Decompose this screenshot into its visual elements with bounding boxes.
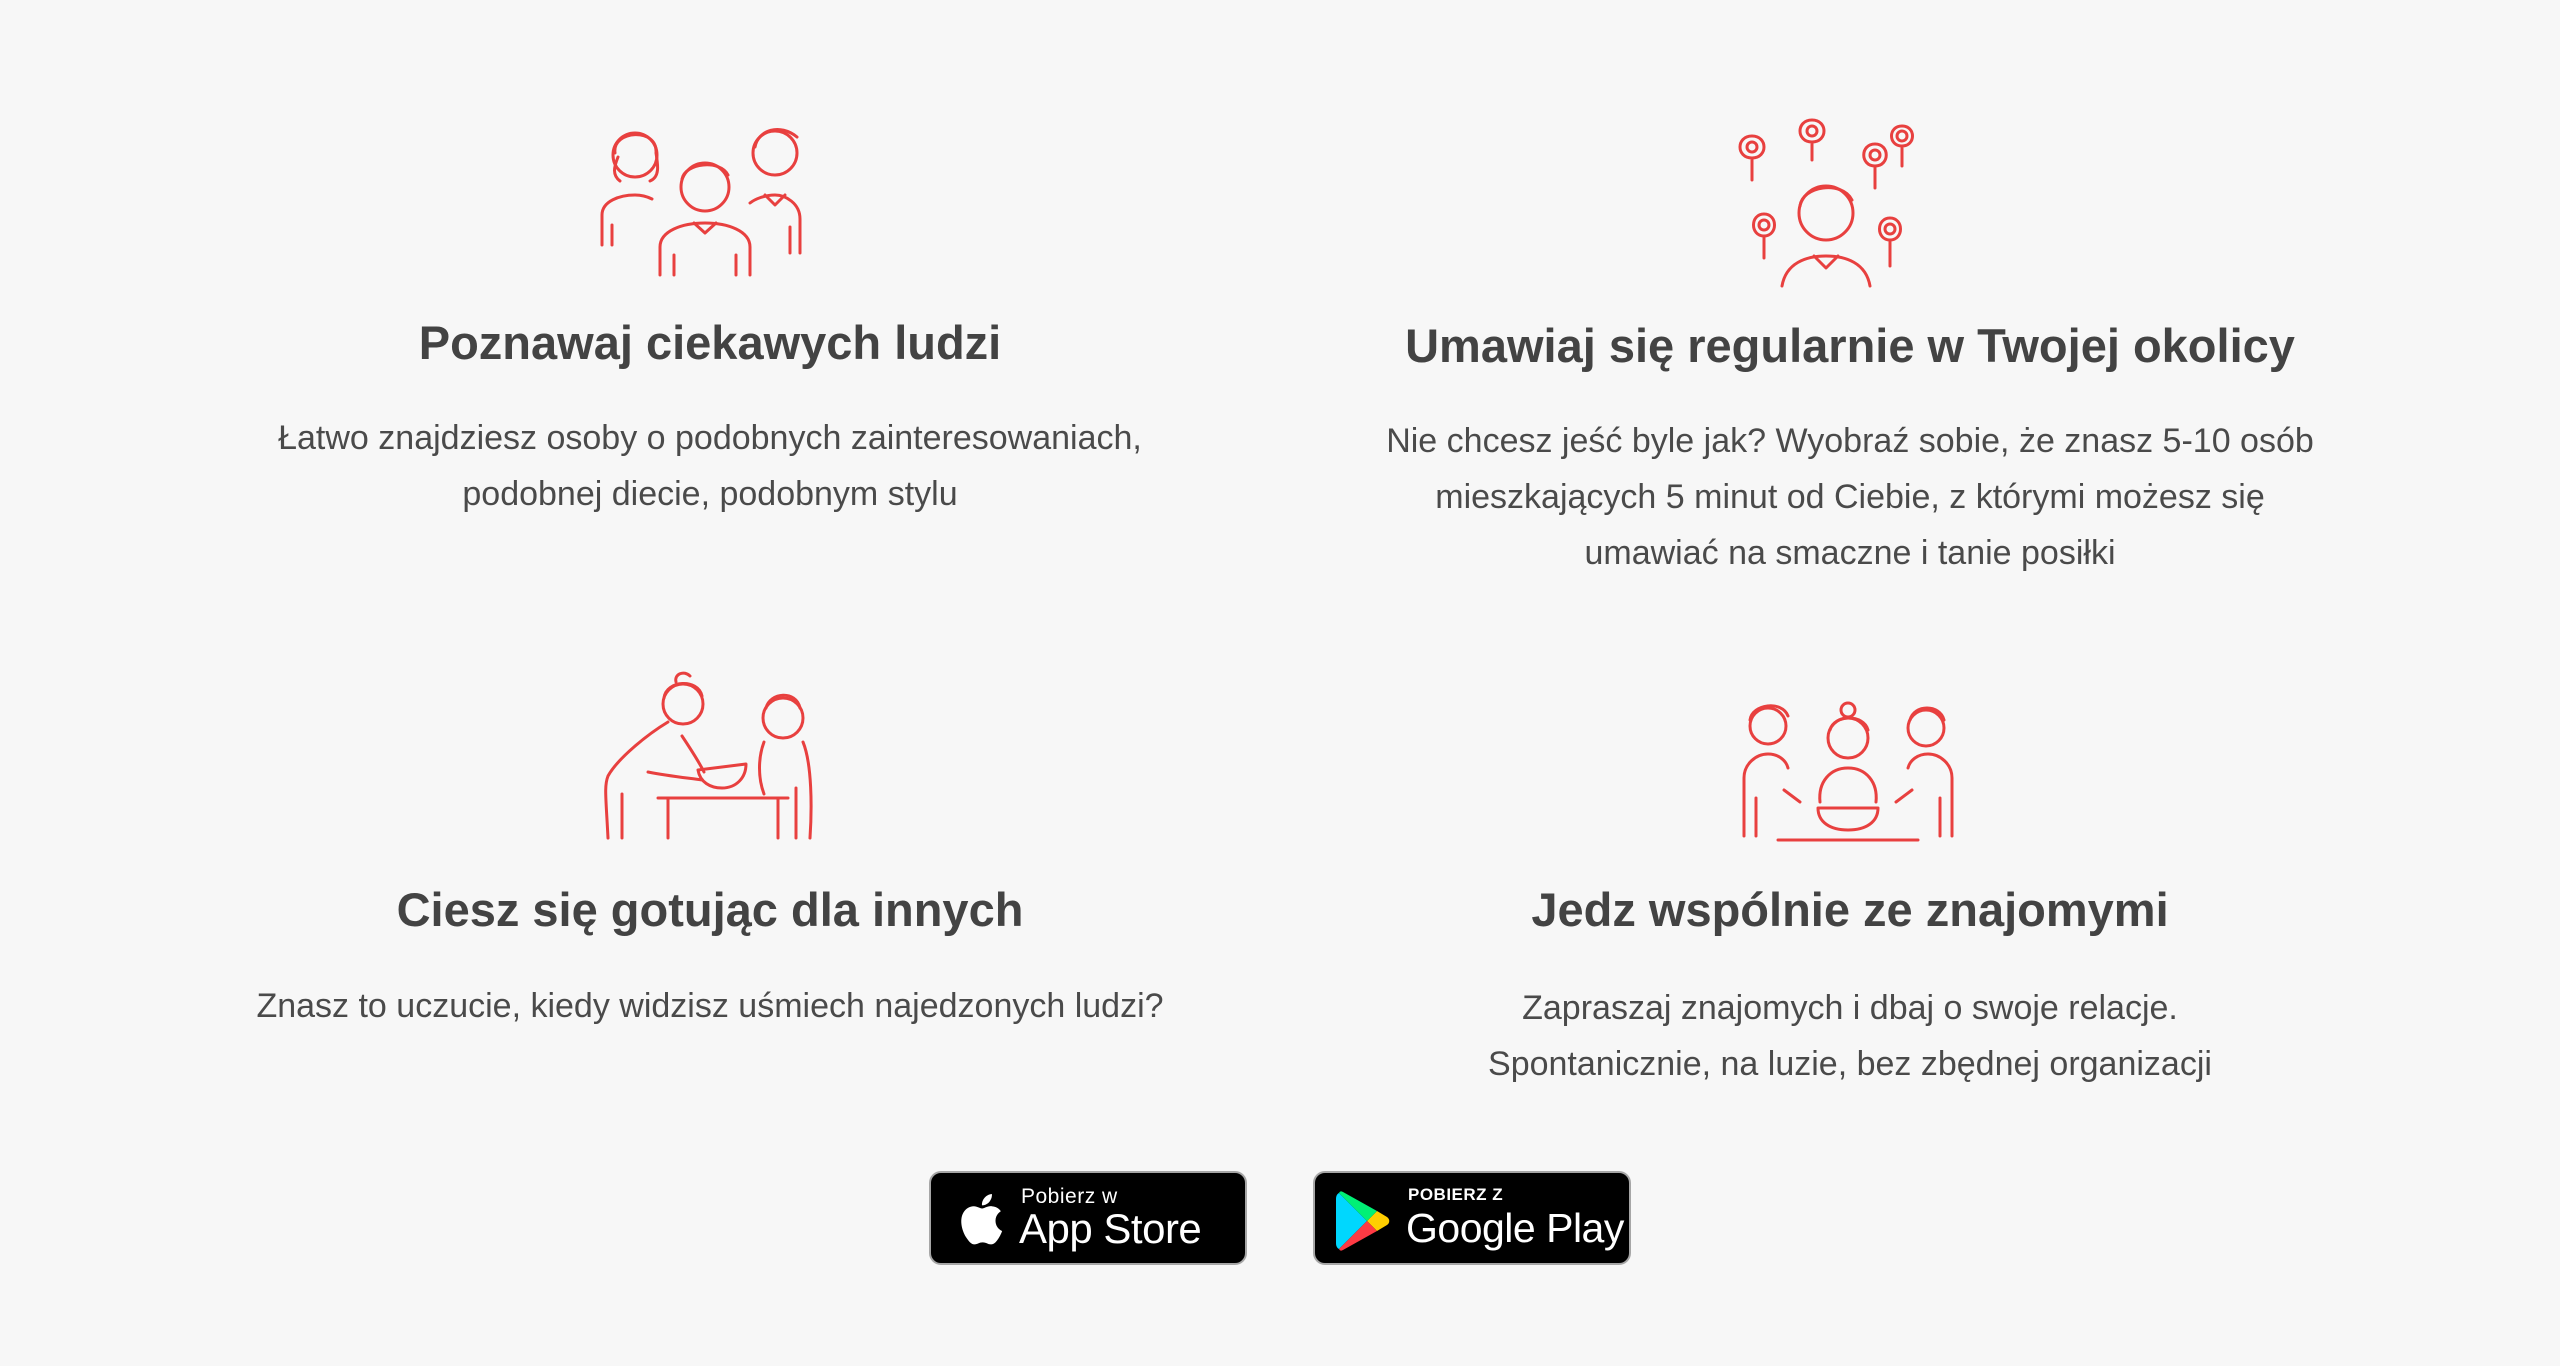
- google-play-icon: [1336, 1191, 1390, 1251]
- eating-together-icon: [1742, 701, 1954, 842]
- google-play-big-label: Google Play: [1406, 1205, 1624, 1251]
- google-play-button[interactable]: POBIERZ Z Google Play: [1313, 1171, 1631, 1265]
- feature-title: Jedz wspólnie ze znajomymi: [1531, 883, 2169, 936]
- apple-icon: [961, 1194, 1003, 1245]
- feature-meet-locally: Umawiaj się regularnie w Twojej okolicy …: [1290, 100, 2410, 600]
- feature-title: Poznawaj ciekawych ludzi: [418, 316, 1002, 369]
- google-play-small-label: POBIERZ Z: [1408, 1185, 1504, 1204]
- app-store-big-label: App Store: [1019, 1205, 1202, 1252]
- people-group-icon: [600, 128, 802, 277]
- person-location-pins-icon: [1738, 118, 1914, 288]
- cooking-serving-icon: [604, 671, 813, 840]
- feature-description: Łatwo znajdziesz osoby o podobnych zaint…: [278, 419, 1142, 513]
- app-store-button[interactable]: Pobierz w App Store: [929, 1171, 1247, 1265]
- feature-meet-people: Poznawaj ciekawych ludzi Łatwo znajdzies…: [180, 100, 1240, 540]
- feature-cooking: Ciesz się gotując dla innych Znasz to uc…: [180, 660, 1240, 1060]
- feature-description: Nie chcesz jeść byle jak? Wyobraź sobie,…: [1386, 422, 2314, 572]
- feature-description: Zapraszaj znajomych i dbaj o swoje relac…: [1488, 989, 2212, 1083]
- feature-title: Umawiaj się regularnie w Twojej okolicy: [1405, 319, 2295, 372]
- feature-description: Znasz to uczucie, kiedy widzisz uśmiech …: [256, 987, 1164, 1025]
- feature-eat-together: Jedz wspólnie ze znajomymi Zapraszaj zna…: [1290, 660, 2410, 1120]
- feature-title: Ciesz się gotując dla innych: [396, 883, 1024, 936]
